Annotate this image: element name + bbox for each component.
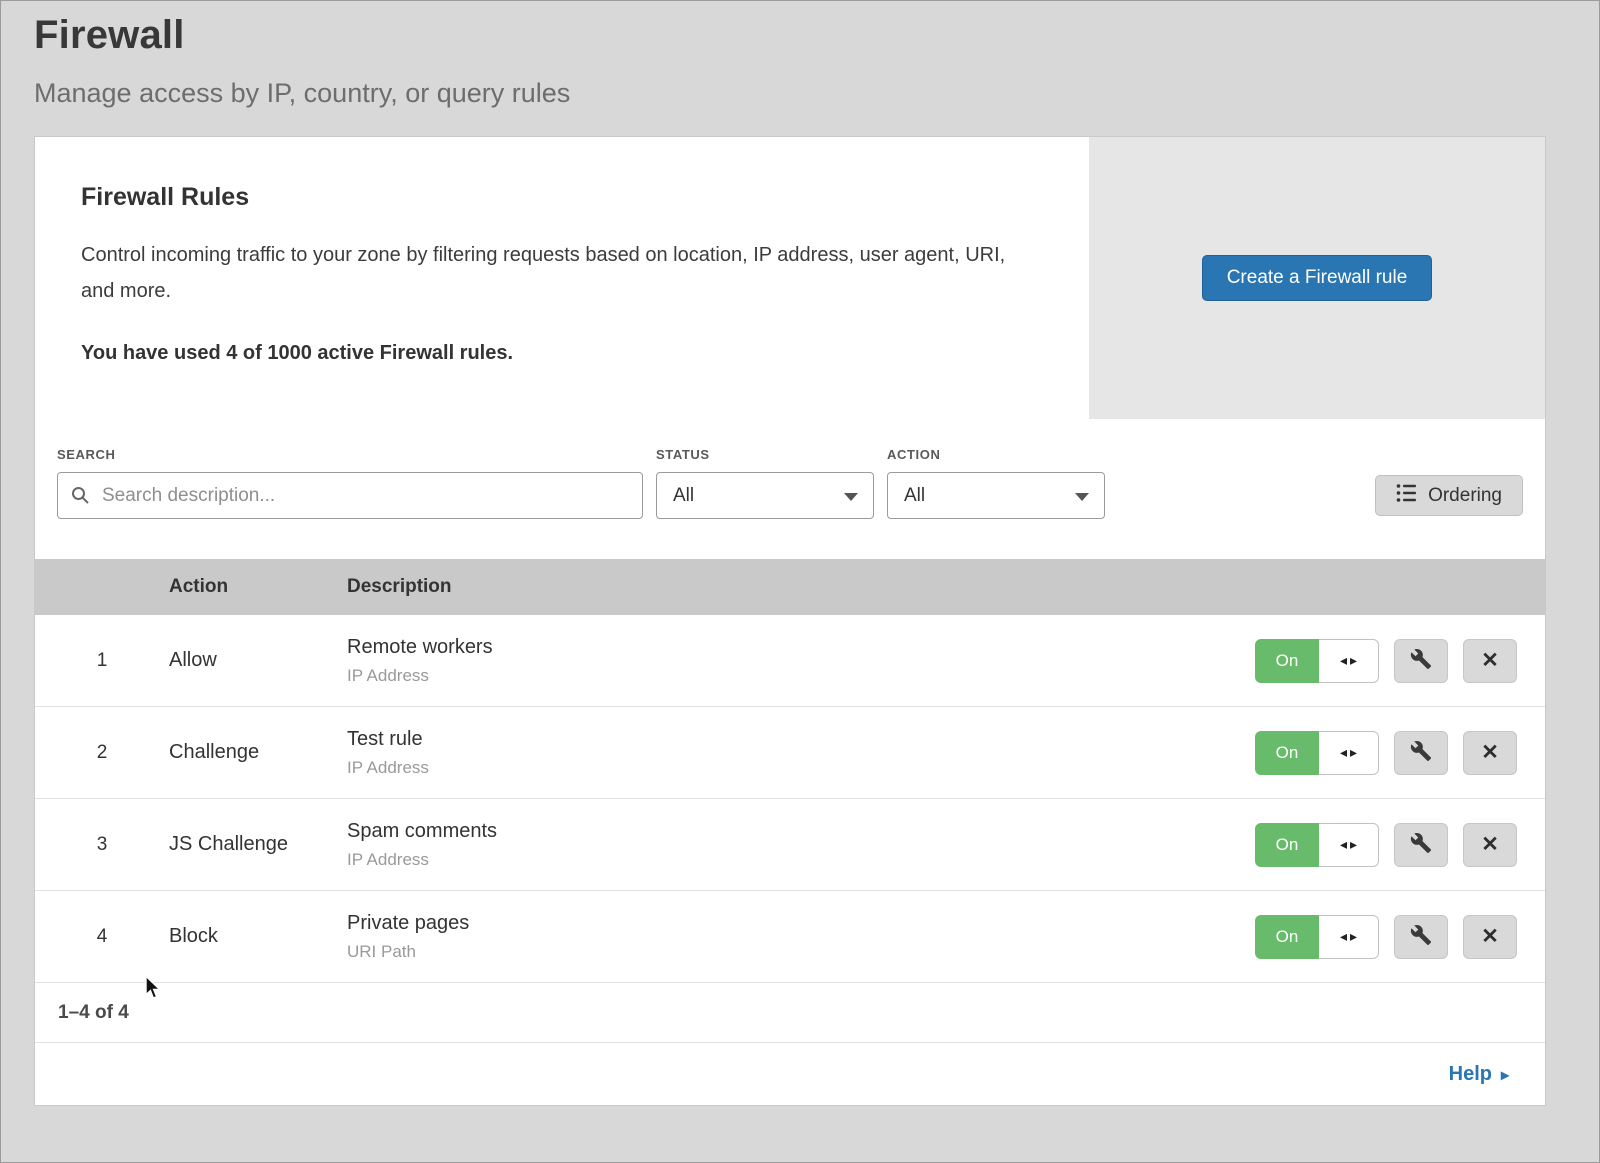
- toggle-on-segment[interactable]: On: [1255, 731, 1319, 775]
- rule-toggle[interactable]: On ◂▸: [1255, 823, 1379, 867]
- delete-rule-button[interactable]: ✕: [1463, 915, 1517, 959]
- rule-description: Spam comments: [347, 820, 1245, 843]
- rule-toggle[interactable]: On ◂▸: [1255, 639, 1379, 683]
- wrench-icon: [1410, 924, 1432, 949]
- close-icon: ✕: [1481, 926, 1499, 947]
- create-firewall-rule-button[interactable]: Create a Firewall rule: [1202, 255, 1433, 301]
- toggle-arrows-icon[interactable]: ◂▸: [1319, 731, 1379, 775]
- toggle-on-segment[interactable]: On: [1255, 639, 1319, 683]
- help-arrow-icon: ▸: [1501, 1063, 1509, 1085]
- rule-number: 3: [35, 834, 169, 856]
- close-icon: ✕: [1481, 742, 1499, 763]
- edit-rule-button[interactable]: [1394, 823, 1448, 867]
- page-subtitle: Manage access by IP, country, or query r…: [34, 78, 1544, 109]
- delete-rule-button[interactable]: ✕: [1463, 639, 1517, 683]
- rule-match-type: IP Address: [347, 758, 1245, 778]
- filters-bar: SEARCH STATUS All: [35, 419, 1545, 559]
- wrench-icon: [1410, 648, 1432, 673]
- search-label: SEARCH: [57, 447, 643, 462]
- edit-rule-button[interactable]: [1394, 639, 1448, 683]
- delete-rule-button[interactable]: ✕: [1463, 823, 1517, 867]
- toggle-arrows-icon[interactable]: ◂▸: [1319, 639, 1379, 683]
- rule-match-type: IP Address: [347, 850, 1245, 870]
- rule-number: 1: [35, 650, 169, 672]
- pagination: 1–4 of 4: [35, 983, 1545, 1043]
- ordered-list-icon: [1396, 482, 1418, 510]
- toggle-on-segment[interactable]: On: [1255, 915, 1319, 959]
- help-link-label: Help: [1449, 1063, 1492, 1086]
- search-input[interactable]: [57, 472, 643, 519]
- firewall-rules-card: Firewall Rules Control incoming traffic …: [34, 136, 1546, 1106]
- help-link[interactable]: Help ▸: [1449, 1063, 1509, 1086]
- wrench-icon: [1410, 740, 1432, 765]
- rule-action: Challenge: [169, 741, 347, 764]
- rule-number: 2: [35, 742, 169, 764]
- column-header-description: Description: [347, 576, 1245, 598]
- rule-number: 4: [35, 926, 169, 948]
- rule-match-type: URI Path: [347, 942, 1245, 962]
- card-footer: Help ▸: [35, 1043, 1545, 1105]
- close-icon: ✕: [1481, 834, 1499, 855]
- ordering-button-label: Ordering: [1428, 485, 1502, 507]
- edit-rule-button[interactable]: [1394, 731, 1448, 775]
- firewall-page: Firewall Manage access by IP, country, o…: [0, 0, 1600, 1163]
- delete-rule-button[interactable]: ✕: [1463, 731, 1517, 775]
- status-select-value: All: [673, 485, 694, 507]
- table-row: 3 JS Challenge Spam comments IP Address …: [35, 799, 1545, 891]
- page-title: Firewall: [34, 1, 1544, 58]
- ordering-button[interactable]: Ordering: [1375, 475, 1523, 516]
- action-select-value: All: [904, 485, 925, 507]
- table-row: 2 Challenge Test rule IP Address On ◂▸ ✕: [35, 707, 1545, 799]
- edit-rule-button[interactable]: [1394, 915, 1448, 959]
- action-select[interactable]: All: [887, 472, 1105, 519]
- chevron-down-icon: [844, 493, 858, 501]
- rule-action: Allow: [169, 649, 347, 672]
- column-header-action: Action: [169, 576, 347, 598]
- wrench-icon: [1410, 832, 1432, 857]
- toggle-on-segment[interactable]: On: [1255, 823, 1319, 867]
- rule-toggle[interactable]: On ◂▸: [1255, 915, 1379, 959]
- close-icon: ✕: [1481, 650, 1499, 671]
- rule-description: Private pages: [347, 912, 1245, 935]
- chevron-down-icon: [1075, 493, 1089, 501]
- toggle-arrows-icon[interactable]: ◂▸: [1319, 823, 1379, 867]
- table-header: Action Description: [35, 559, 1545, 615]
- rules-card-title: Firewall Rules: [81, 183, 1043, 212]
- status-label: STATUS: [656, 447, 874, 462]
- table-row: 4 Block Private pages URI Path On ◂▸ ✕: [35, 891, 1545, 983]
- rules-intro-section: Firewall Rules Control incoming traffic …: [35, 137, 1545, 419]
- rule-description: Remote workers: [347, 636, 1245, 659]
- table-row: 1 Allow Remote workers IP Address On ◂▸ …: [35, 615, 1545, 707]
- rules-action-panel: Create a Firewall rule: [1089, 137, 1545, 419]
- rule-action: Block: [169, 925, 347, 948]
- rule-action: JS Challenge: [169, 833, 347, 856]
- action-label: ACTION: [887, 447, 1105, 462]
- search-icon: [70, 485, 90, 510]
- rule-toggle[interactable]: On ◂▸: [1255, 731, 1379, 775]
- rules-card-description: Control incoming traffic to your zone by…: [81, 237, 1031, 309]
- rule-match-type: IP Address: [347, 666, 1245, 686]
- toggle-arrows-icon[interactable]: ◂▸: [1319, 915, 1379, 959]
- rules-usage-text: You have used 4 of 1000 active Firewall …: [81, 342, 1043, 365]
- rule-description: Test rule: [347, 728, 1245, 751]
- status-select[interactable]: All: [656, 472, 874, 519]
